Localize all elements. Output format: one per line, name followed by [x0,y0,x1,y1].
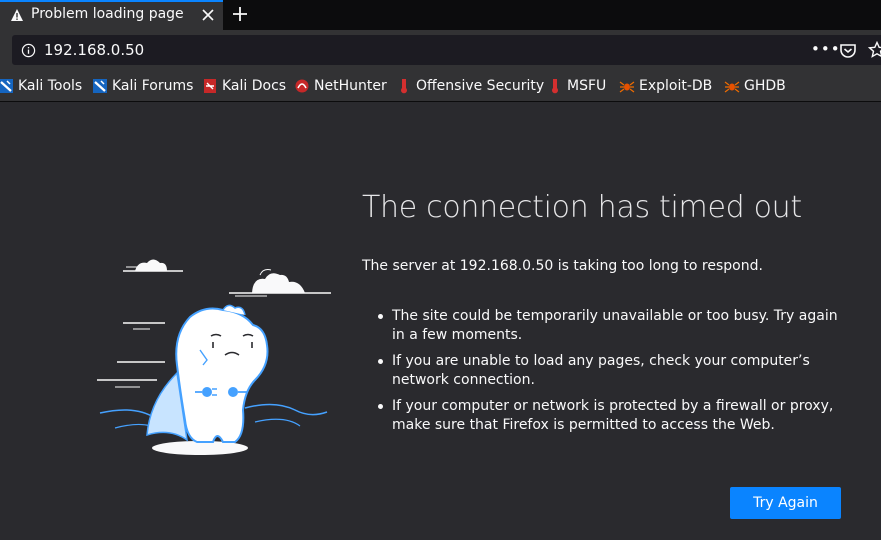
bookmark-label: Kali Docs [222,78,287,94]
error-description: The server at 192.168.0.50 is taking too… [362,258,763,274]
bookmark-nethunter[interactable]: NetHunter [294,76,387,96]
bookmark-kali-forums[interactable]: Kali Forums [92,76,193,96]
cloud-icon [229,269,331,297]
suggestion-list: The site could be temporarily unavailabl… [378,307,848,442]
new-tab-icon[interactable] [230,4,250,24]
bookmark-label: Exploit-DB [639,78,713,94]
url-bar[interactable]: 192.168.0.50 ••• [12,35,881,65]
info-icon[interactable] [21,43,36,58]
list-item: If your computer or network is protected… [378,397,848,435]
page-actions-icon[interactable]: ••• [811,40,841,58]
timed-out-illustration [97,259,331,455]
kali-icon [93,79,107,93]
bookmark-kali-tools[interactable]: Kali Tools [0,76,82,96]
nethunter-icon [295,79,309,93]
bookmark-offensive-security[interactable]: Offensive Security [396,76,544,96]
bookmark-label: MSFU [567,78,607,94]
bookmark-label: Kali Tools [18,78,83,94]
try-again-button[interactable]: Try Again [730,487,841,519]
bookmark-ghdb[interactable]: GHDB [724,76,786,96]
list-item: The site could be temporarily unavailabl… [378,307,848,345]
offsec-icon [401,79,407,94]
bookmark-label: GHDB [744,78,786,94]
pocket-icon[interactable] [839,42,857,60]
bookmarks-bar: Kali Tools Kali Forums Kali Docs NetHunt… [0,70,881,102]
close-icon[interactable] [201,8,215,22]
url-text[interactable]: 192.168.0.50 [44,41,144,59]
offsec-icon [552,79,558,94]
spider-icon [724,81,740,93]
nav-bar: 192.168.0.50 ••• [0,30,881,70]
star-icon[interactable] [868,41,881,59]
bookmark-exploit-db[interactable]: Exploit-DB [619,76,712,96]
kali-icon [0,79,13,93]
kali-docs-icon [204,79,216,93]
spider-icon [619,81,635,93]
bookmark-msfu[interactable]: MSFU [547,76,606,96]
cloud-icon [123,259,183,272]
list-item: If you are unable to load any pages, che… [378,352,848,390]
bookmark-label: Kali Forums [112,78,194,94]
warning-icon [11,9,23,21]
bookmark-kali-docs[interactable]: Kali Docs [202,76,286,96]
bookmark-label: Offensive Security [416,78,545,94]
bookmark-label: NetHunter [314,78,387,94]
page-title: The connection has timed out [362,190,802,225]
tab-title: Problem loading page [31,6,184,22]
tab-strip: Problem loading page [0,0,881,30]
tab-problem-loading[interactable]: Problem loading page [0,0,223,30]
